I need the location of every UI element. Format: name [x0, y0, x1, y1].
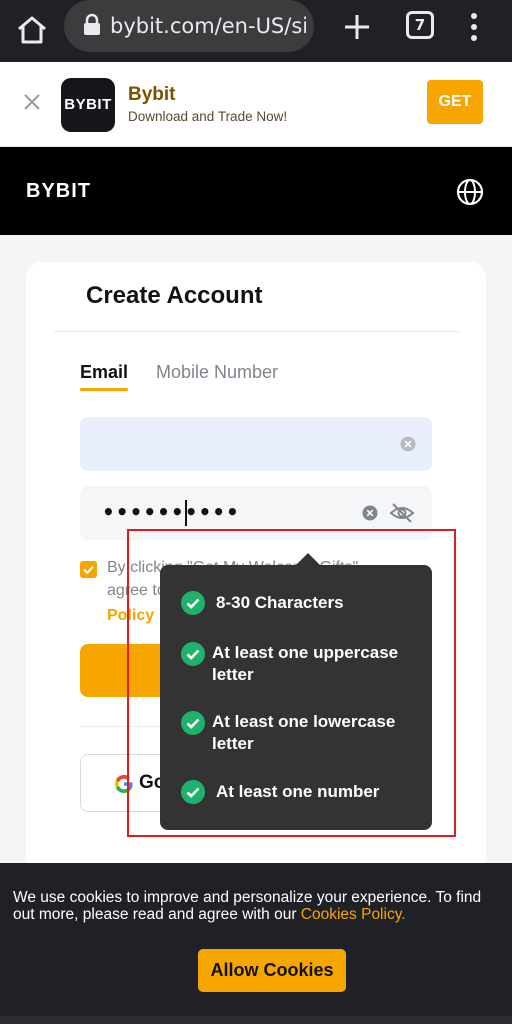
- allow-cookies-button[interactable]: Allow Cookies: [198, 949, 346, 992]
- clear-email-icon[interactable]: [400, 436, 416, 452]
- password-value: ••••••••••: [102, 500, 240, 524]
- address-url[interactable]: bybit.com/en-US/sig: [110, 12, 306, 40]
- home-icon[interactable]: [14, 12, 50, 48]
- cookie-message: We use cookies to improve and personaliz…: [13, 889, 503, 923]
- app-logo: BYBIT: [61, 78, 115, 132]
- tab-switcher-button[interactable]: 7: [406, 11, 434, 39]
- app-name: Bybit: [128, 84, 176, 105]
- get-app-button[interactable]: GET: [427, 80, 483, 124]
- bottom-bar: [0, 1016, 512, 1024]
- tab-email[interactable]: Email: [80, 362, 128, 383]
- cookie-banner: [0, 863, 512, 1024]
- annotation-highlight-box: [127, 529, 456, 837]
- text-caret: [185, 500, 187, 526]
- agree-checkbox[interactable]: [80, 561, 97, 578]
- app-subtitle: Download and Trade Now!: [128, 109, 288, 124]
- site-logo[interactable]: BYBIT: [26, 180, 91, 203]
- clear-password-icon[interactable]: [362, 505, 378, 521]
- tab-mobile-number[interactable]: Mobile Number: [156, 362, 278, 383]
- cookie-message-text: We use cookies to improve and personaliz…: [13, 889, 482, 923]
- active-tab-indicator: [80, 388, 128, 391]
- site-header: BYBIT: [0, 147, 512, 235]
- browser-toolbar: bybit.com/en-US/sig 7: [0, 0, 512, 62]
- divider: [54, 331, 459, 332]
- overflow-menu-icon[interactable]: [460, 10, 488, 44]
- eye-hidden-icon[interactable]: [389, 502, 415, 524]
- globe-icon[interactable]: [456, 178, 484, 206]
- cookies-policy-link[interactable]: Cookies Policy.: [301, 906, 406, 923]
- page-title: Create Account: [86, 282, 263, 309]
- lock-icon: [84, 13, 100, 35]
- email-field[interactable]: [80, 417, 432, 471]
- close-icon[interactable]: [22, 92, 42, 112]
- new-tab-icon[interactable]: [340, 10, 374, 44]
- app-install-banner: BYBIT Bybit Download and Trade Now! GET: [0, 62, 512, 147]
